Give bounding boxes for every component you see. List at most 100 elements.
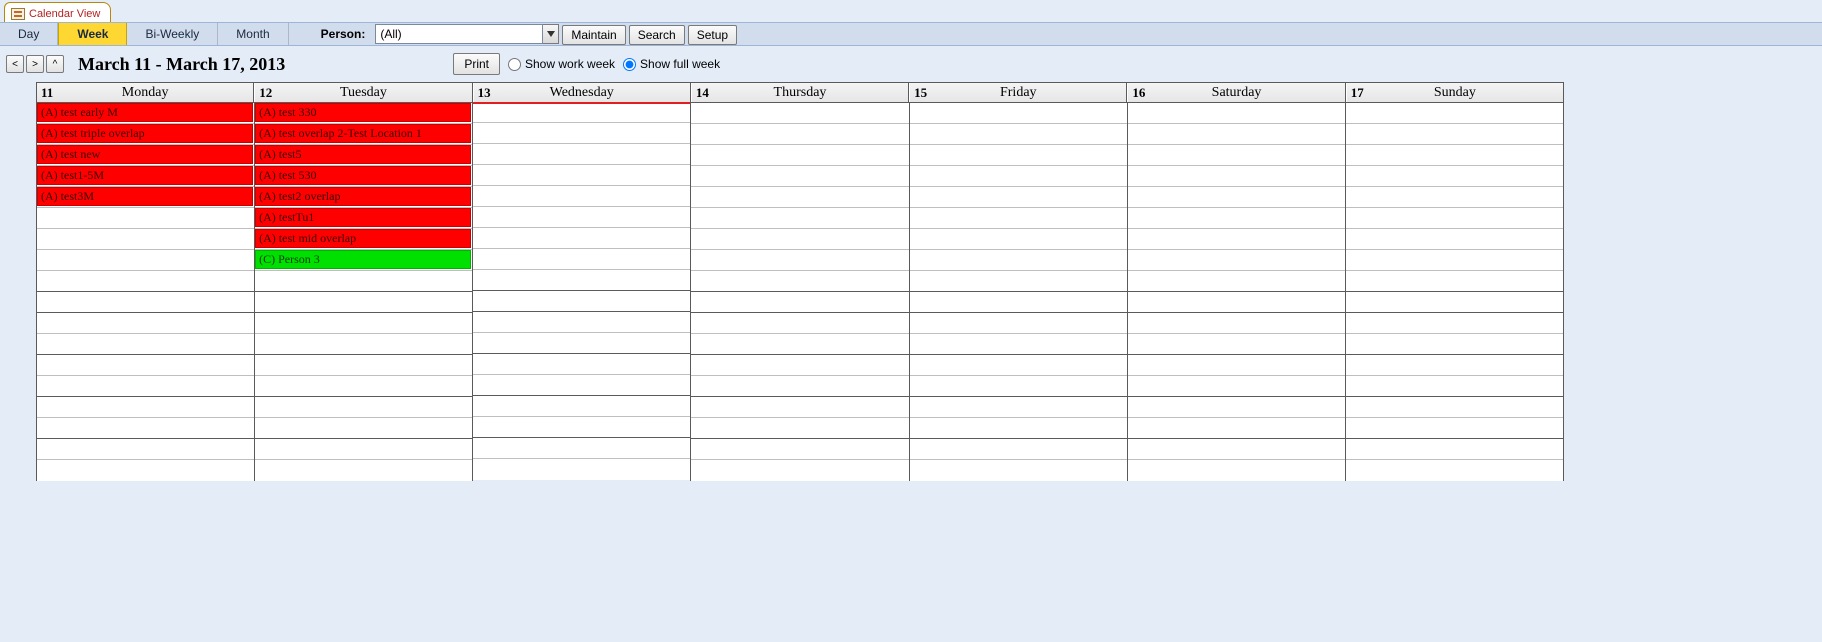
- calendar-event[interactable]: (C) Person 3: [255, 250, 471, 269]
- time-slot[interactable]: [255, 439, 472, 460]
- time-slot[interactable]: (C) Person 3: [255, 250, 472, 271]
- time-slot[interactable]: [473, 375, 690, 396]
- calendar-event[interactable]: (A) test new: [37, 145, 253, 164]
- time-slot[interactable]: [1346, 439, 1563, 460]
- time-slot[interactable]: [255, 376, 472, 397]
- time-slot[interactable]: [691, 187, 908, 208]
- time-slot[interactable]: [473, 270, 690, 291]
- up-button[interactable]: ^: [46, 55, 64, 73]
- show-work-week-radio[interactable]: [508, 58, 521, 71]
- time-slot[interactable]: [255, 334, 472, 355]
- time-slot[interactable]: [910, 439, 1127, 460]
- time-slot[interactable]: (A) testTu1: [255, 208, 472, 229]
- time-slot[interactable]: (A) test1-5M: [37, 166, 254, 187]
- day-header[interactable]: 12Tuesday: [254, 83, 472, 102]
- time-slot[interactable]: [1128, 208, 1345, 229]
- time-slot[interactable]: [1346, 145, 1563, 166]
- time-slot[interactable]: [910, 292, 1127, 313]
- day-header[interactable]: 16Saturday: [1127, 83, 1345, 102]
- time-slot[interactable]: [910, 229, 1127, 250]
- time-slot[interactable]: [1128, 103, 1345, 124]
- time-slot[interactable]: [910, 103, 1127, 124]
- print-button[interactable]: Print: [453, 53, 500, 75]
- time-slot[interactable]: [255, 460, 472, 481]
- time-slot[interactable]: [37, 250, 254, 271]
- time-slot[interactable]: [1128, 124, 1345, 145]
- time-slot[interactable]: [1346, 124, 1563, 145]
- time-slot[interactable]: [910, 418, 1127, 439]
- time-slot[interactable]: [473, 417, 690, 438]
- time-slot[interactable]: [691, 460, 908, 481]
- time-slot[interactable]: [1128, 250, 1345, 271]
- time-slot[interactable]: [691, 229, 908, 250]
- time-slot[interactable]: [473, 354, 690, 375]
- time-slot[interactable]: [691, 271, 908, 292]
- time-slot[interactable]: (A) test3M: [37, 187, 254, 208]
- time-slot[interactable]: [1128, 292, 1345, 313]
- time-slot[interactable]: [1128, 397, 1345, 418]
- time-slot[interactable]: [910, 334, 1127, 355]
- time-slot[interactable]: [37, 313, 254, 334]
- time-slot[interactable]: [473, 291, 690, 312]
- time-slot[interactable]: (A) test 530: [255, 166, 472, 187]
- time-slot[interactable]: [1346, 397, 1563, 418]
- time-slot[interactable]: [1346, 166, 1563, 187]
- time-slot[interactable]: [37, 439, 254, 460]
- time-slot[interactable]: [473, 186, 690, 207]
- time-slot[interactable]: [910, 124, 1127, 145]
- show-full-week-radio[interactable]: [623, 58, 636, 71]
- time-slot[interactable]: [1346, 187, 1563, 208]
- time-slot[interactable]: [473, 333, 690, 354]
- time-slot[interactable]: [473, 438, 690, 459]
- view-tab-month[interactable]: Month: [218, 23, 288, 45]
- day-header[interactable]: 15Friday: [909, 83, 1127, 102]
- day-header[interactable]: 17Sunday: [1346, 83, 1564, 102]
- time-slot[interactable]: [473, 249, 690, 270]
- calendar-event[interactable]: (A) test3M: [37, 187, 253, 206]
- time-slot[interactable]: [910, 145, 1127, 166]
- time-slot[interactable]: (A) test mid overlap: [255, 229, 472, 250]
- time-slot[interactable]: [37, 271, 254, 292]
- time-slot[interactable]: [37, 334, 254, 355]
- time-slot[interactable]: [910, 376, 1127, 397]
- time-slot[interactable]: [691, 355, 908, 376]
- time-slot[interactable]: [255, 292, 472, 313]
- time-slot[interactable]: [1346, 208, 1563, 229]
- view-tab-biweekly[interactable]: Bi-Weekly: [127, 23, 218, 45]
- setup-button[interactable]: Setup: [688, 25, 737, 45]
- time-slot[interactable]: [473, 396, 690, 417]
- time-slot[interactable]: [473, 459, 690, 480]
- time-slot[interactable]: [691, 292, 908, 313]
- next-week-button[interactable]: >: [26, 55, 44, 73]
- time-slot[interactable]: [691, 103, 908, 124]
- time-slot[interactable]: [255, 355, 472, 376]
- time-slot[interactable]: [910, 355, 1127, 376]
- time-slot[interactable]: [1128, 145, 1345, 166]
- time-slot[interactable]: [910, 208, 1127, 229]
- calendar-event[interactable]: (A) testTu1: [255, 208, 471, 227]
- calendar-event[interactable]: (A) test2 overlap: [255, 187, 471, 206]
- calendar-event[interactable]: (A) test overlap 2-Test Location 1: [255, 124, 471, 143]
- time-slot[interactable]: [473, 312, 690, 333]
- calendar-event[interactable]: (A) test5: [255, 145, 471, 164]
- show-full-week-label[interactable]: Show full week: [640, 57, 720, 71]
- time-slot[interactable]: [1346, 418, 1563, 439]
- time-slot[interactable]: [1128, 376, 1345, 397]
- time-slot[interactable]: [691, 439, 908, 460]
- time-slot[interactable]: [910, 313, 1127, 334]
- time-slot[interactable]: [1346, 250, 1563, 271]
- time-slot[interactable]: [910, 460, 1127, 481]
- time-slot[interactable]: [37, 208, 254, 229]
- time-slot[interactable]: [37, 418, 254, 439]
- time-slot[interactable]: (A) test 330: [255, 103, 472, 124]
- time-slot[interactable]: [1128, 166, 1345, 187]
- time-slot[interactable]: [255, 271, 472, 292]
- time-slot[interactable]: [255, 313, 472, 334]
- time-slot[interactable]: [910, 250, 1127, 271]
- time-slot[interactable]: [473, 144, 690, 165]
- time-slot[interactable]: [37, 355, 254, 376]
- time-slot[interactable]: [1128, 187, 1345, 208]
- time-slot[interactable]: [691, 145, 908, 166]
- time-slot[interactable]: [691, 208, 908, 229]
- person-combo[interactable]: [375, 23, 559, 45]
